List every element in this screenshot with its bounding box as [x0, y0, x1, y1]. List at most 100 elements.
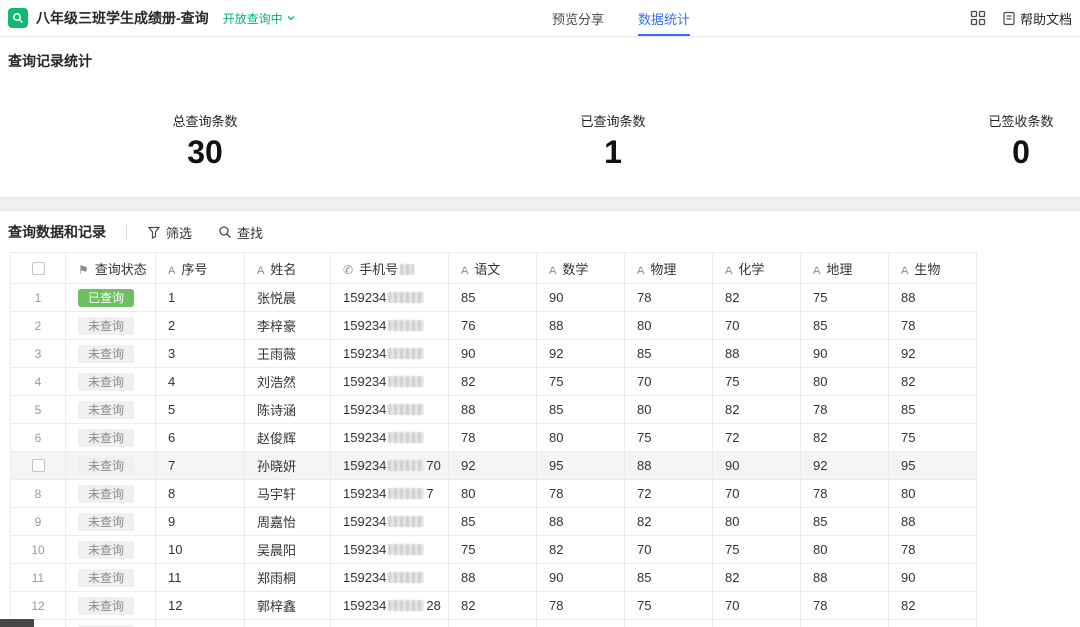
status-cell[interactable]: 未查询: [66, 396, 156, 424]
seq-cell[interactable]: 1: [156, 284, 245, 312]
score-cell-physics[interactable]: 80: [625, 396, 713, 424]
status-cell[interactable]: 未查询: [66, 508, 156, 536]
table-row[interactable]: 9未查询9周嘉怡159234858882808588: [11, 508, 977, 536]
score-cell-biology[interactable]: 78: [889, 536, 977, 564]
table-row[interactable]: 2未查询2李梓豪159234768880708578: [11, 312, 977, 340]
seq-cell[interactable]: 12: [156, 592, 245, 620]
score-cell-physics[interactable]: 75: [625, 424, 713, 452]
score-cell-chemistry[interactable]: 82: [713, 396, 801, 424]
score-cell-geography[interactable]: 78: [801, 592, 889, 620]
seq-cell[interactable]: 4: [156, 368, 245, 396]
score-cell-chemistry[interactable]: 88: [713, 340, 801, 368]
status-cell[interactable]: 未查询: [66, 480, 156, 508]
score-cell-geography[interactable]: 92: [801, 452, 889, 480]
score-cell-geography[interactable]: 80: [801, 368, 889, 396]
search-button[interactable]: 查找: [218, 223, 263, 242]
phone-cell[interactable]: 159234: [331, 340, 449, 368]
score-cell-math[interactable]: 75: [537, 368, 625, 396]
score-cell-biology[interactable]: 82: [889, 592, 977, 620]
name-cell[interactable]: 周嘉怡: [245, 508, 331, 536]
score-cell-math[interactable]: 88: [537, 508, 625, 536]
table-row[interactable]: 6未查询6赵俊辉159234788075728275: [11, 424, 977, 452]
name-cell[interactable]: 郑雨桐: [245, 564, 331, 592]
score-cell-math[interactable]: 78: [537, 592, 625, 620]
score-cell-chinese[interactable]: 82: [449, 368, 537, 396]
score-cell-geography[interactable]: 78: [801, 480, 889, 508]
score-cell-math[interactable]: [537, 620, 625, 627]
score-cell-chinese[interactable]: 88: [449, 396, 537, 424]
score-cell-math[interactable]: 78: [537, 480, 625, 508]
score-cell-math[interactable]: 85: [537, 396, 625, 424]
score-cell-chemistry[interactable]: 75: [713, 536, 801, 564]
score-cell-biology[interactable]: 80: [889, 480, 977, 508]
seq-cell[interactable]: 5: [156, 396, 245, 424]
score-cell-biology[interactable]: 88: [889, 284, 977, 312]
score-cell-geography[interactable]: [801, 620, 889, 627]
score-cell-biology[interactable]: 88: [889, 508, 977, 536]
score-cell-geography[interactable]: 78: [801, 396, 889, 424]
tab-preview-share[interactable]: 预览分享: [552, 0, 604, 36]
seq-cell[interactable]: 3: [156, 340, 245, 368]
score-cell-geography[interactable]: 82: [801, 424, 889, 452]
name-cell[interactable]: 孙晓妍: [245, 452, 331, 480]
status-cell[interactable]: 未查询: [66, 368, 156, 396]
score-cell-geography[interactable]: 90: [801, 340, 889, 368]
score-cell-physics[interactable]: 85: [625, 340, 713, 368]
score-cell-geography[interactable]: 80: [801, 536, 889, 564]
name-cell[interactable]: [245, 620, 331, 627]
seq-cell[interactable]: 7: [156, 452, 245, 480]
horizontal-scrollbar-thumb[interactable]: [0, 619, 34, 627]
status-cell[interactable]: 已查询: [66, 284, 156, 312]
score-cell-chinese[interactable]: 78: [449, 424, 537, 452]
score-cell-biology[interactable]: [889, 620, 977, 627]
score-cell-biology[interactable]: 85: [889, 396, 977, 424]
score-cell-biology[interactable]: 95: [889, 452, 977, 480]
name-cell[interactable]: 陈诗涵: [245, 396, 331, 424]
help-docs-link[interactable]: 帮助文档: [1002, 9, 1072, 28]
score-cell-math[interactable]: 95: [537, 452, 625, 480]
score-cell-math[interactable]: 90: [537, 564, 625, 592]
select-all-checkbox[interactable]: [32, 262, 45, 275]
score-cell-chinese[interactable]: 90: [449, 340, 537, 368]
status-cell[interactable]: 未查询: [66, 452, 156, 480]
row-checkbox[interactable]: [32, 459, 45, 472]
score-cell-math[interactable]: 90: [537, 284, 625, 312]
score-cell-physics[interactable]: 78: [625, 284, 713, 312]
table-row[interactable]: 8未查询8马宇轩1592347807872707880: [11, 480, 977, 508]
table-row[interactable]: 5未查询5陈诗涵159234888580827885: [11, 396, 977, 424]
table-row[interactable]: 4未查询4刘浩然159234827570758082: [11, 368, 977, 396]
table-row[interactable]: 未查询7孙晓妍15923470929588909295: [11, 452, 977, 480]
score-cell-math[interactable]: 82: [537, 536, 625, 564]
phone-cell[interactable]: 159234: [331, 312, 449, 340]
phone-cell[interactable]: 15923428: [331, 592, 449, 620]
seq-cell[interactable]: 10: [156, 536, 245, 564]
table-row[interactable]: 11未查询11郑雨桐159234889085828890: [11, 564, 977, 592]
seq-cell[interactable]: 11: [156, 564, 245, 592]
score-cell-geography[interactable]: 85: [801, 312, 889, 340]
score-cell-chemistry[interactable]: [713, 620, 801, 627]
table-row[interactable]: 10未查询10吴晨阳159234758270758078: [11, 536, 977, 564]
score-cell-chinese[interactable]: 76: [449, 312, 537, 340]
score-cell-chemistry[interactable]: 70: [713, 592, 801, 620]
score-cell-chemistry[interactable]: 70: [713, 312, 801, 340]
column-header-geography[interactable]: A地理: [801, 253, 889, 284]
score-cell-geography[interactable]: 75: [801, 284, 889, 312]
column-header-chemistry[interactable]: A化学: [713, 253, 801, 284]
score-cell-chemistry[interactable]: 72: [713, 424, 801, 452]
table-row[interactable]: 12未查询12郭梓鑫15923428827875707882: [11, 592, 977, 620]
column-header-biology[interactable]: A生物: [889, 253, 977, 284]
score-cell-chemistry[interactable]: 82: [713, 284, 801, 312]
status-cell[interactable]: 未查询: [66, 424, 156, 452]
seq-cell[interactable]: 2: [156, 312, 245, 340]
name-cell[interactable]: 马宇轩: [245, 480, 331, 508]
name-cell[interactable]: 赵俊辉: [245, 424, 331, 452]
score-cell-math[interactable]: 92: [537, 340, 625, 368]
score-cell-physics[interactable]: 75: [625, 592, 713, 620]
score-cell-chemistry[interactable]: 75: [713, 368, 801, 396]
name-cell[interactable]: 李梓豪: [245, 312, 331, 340]
phone-cell[interactable]: 159234: [331, 508, 449, 536]
score-cell-chinese[interactable]: 85: [449, 508, 537, 536]
tab-data-statistics[interactable]: 数据统计: [638, 0, 690, 36]
score-cell-geography[interactable]: 88: [801, 564, 889, 592]
table-row[interactable]: 1已查询1张悦晨159234859078827588: [11, 284, 977, 312]
